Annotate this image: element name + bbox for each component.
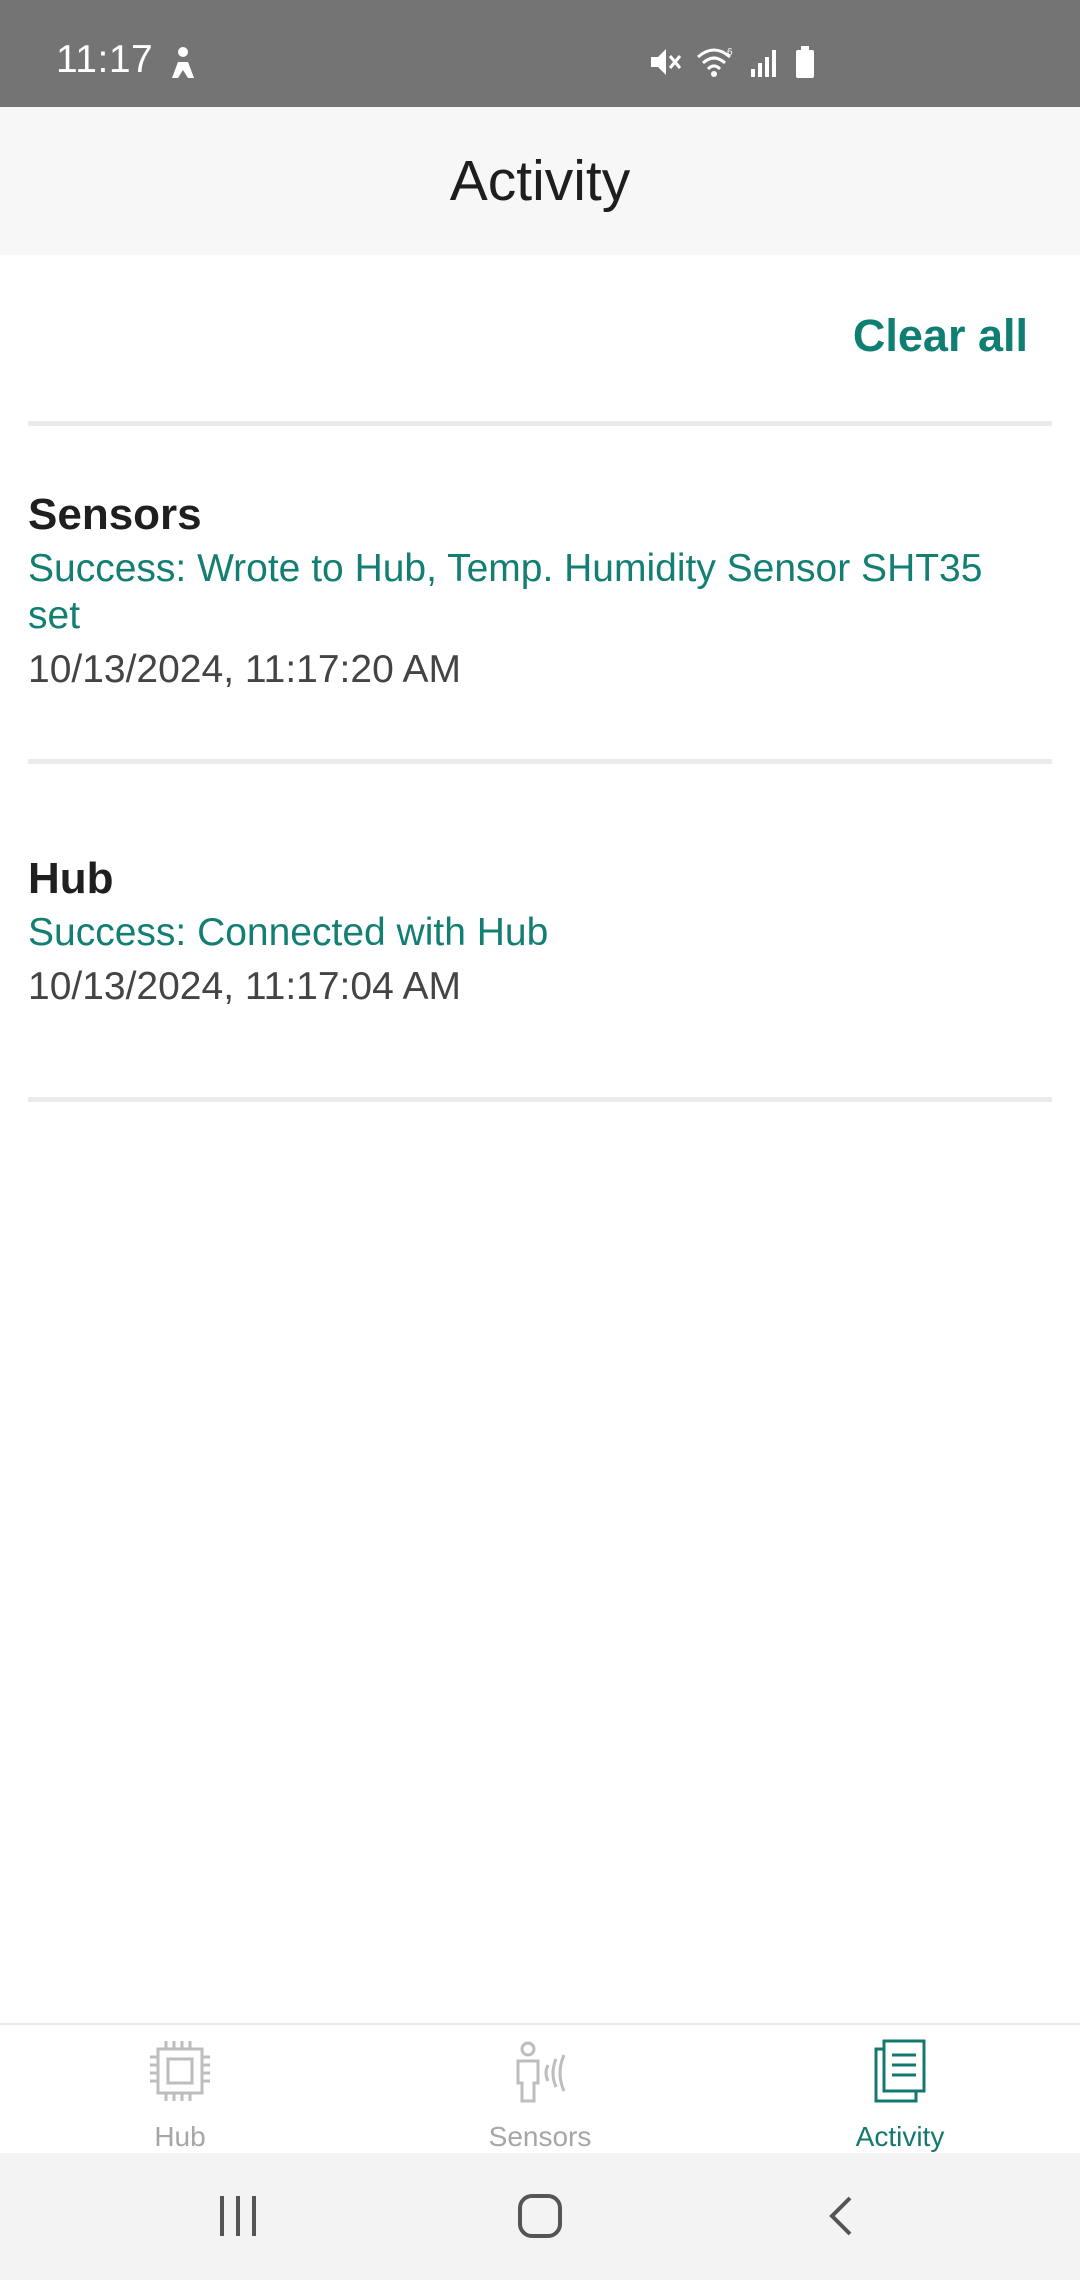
battery-icon bbox=[796, 46, 814, 78]
divider bbox=[28, 1097, 1052, 1102]
bottom-navigation: Hub Sensors Activity bbox=[0, 2023, 1080, 2155]
tab-activity[interactable]: Activity bbox=[720, 2025, 1080, 2155]
signal-icon bbox=[751, 50, 776, 77]
app-header: Activity bbox=[0, 107, 1080, 255]
status-time: 11:17 bbox=[56, 38, 154, 81]
activity-message: Success: Wrote to Hub, Temp. Humidity Se… bbox=[28, 547, 983, 637]
activity-item: Sensors Success: Wrote to Hub, Temp. Hum… bbox=[28, 488, 1028, 697]
home-button[interactable] bbox=[480, 2153, 600, 2280]
mute-icon bbox=[651, 49, 682, 75]
chip-icon bbox=[150, 2041, 210, 2101]
activity-timestamp: 10/13/2024, 11:17:20 AM bbox=[28, 648, 461, 691]
activity-source: Hub bbox=[28, 854, 114, 903]
person-wave-icon bbox=[516, 2041, 566, 2103]
recent-apps-button[interactable] bbox=[178, 2153, 298, 2280]
back-button[interactable] bbox=[782, 2153, 902, 2280]
status-bar: 11:17 6 bbox=[0, 0, 1080, 107]
wifi-icon: 6 bbox=[697, 47, 733, 77]
activity-source: Sensors bbox=[28, 490, 202, 539]
back-icon bbox=[829, 2196, 852, 2236]
accessibility-icon bbox=[172, 47, 194, 78]
page-title: Activity bbox=[449, 149, 631, 213]
tab-sensors[interactable]: Sensors bbox=[360, 2025, 720, 2155]
activity-item: Hub Success: Connected with Hub 10/13/20… bbox=[28, 852, 1028, 1014]
tab-label: Hub bbox=[154, 2121, 206, 2152]
activity-timestamp: 10/13/2024, 11:17:04 AM bbox=[28, 965, 461, 1008]
divider bbox=[28, 759, 1052, 764]
clear-all-button[interactable]: Clear all bbox=[853, 310, 1028, 362]
system-navigation-bar bbox=[0, 2153, 1080, 2280]
divider bbox=[28, 421, 1052, 426]
svg-text:6: 6 bbox=[727, 47, 733, 58]
tab-label: Activity bbox=[855, 2121, 945, 2152]
tab-label: Sensors bbox=[488, 2121, 592, 2152]
home-icon bbox=[518, 2194, 562, 2238]
tab-hub[interactable]: Hub bbox=[0, 2025, 360, 2155]
document-icon bbox=[874, 2039, 926, 2103]
recent-apps-icon bbox=[220, 2196, 256, 2236]
activity-message: Success: Connected with Hub bbox=[28, 911, 549, 954]
